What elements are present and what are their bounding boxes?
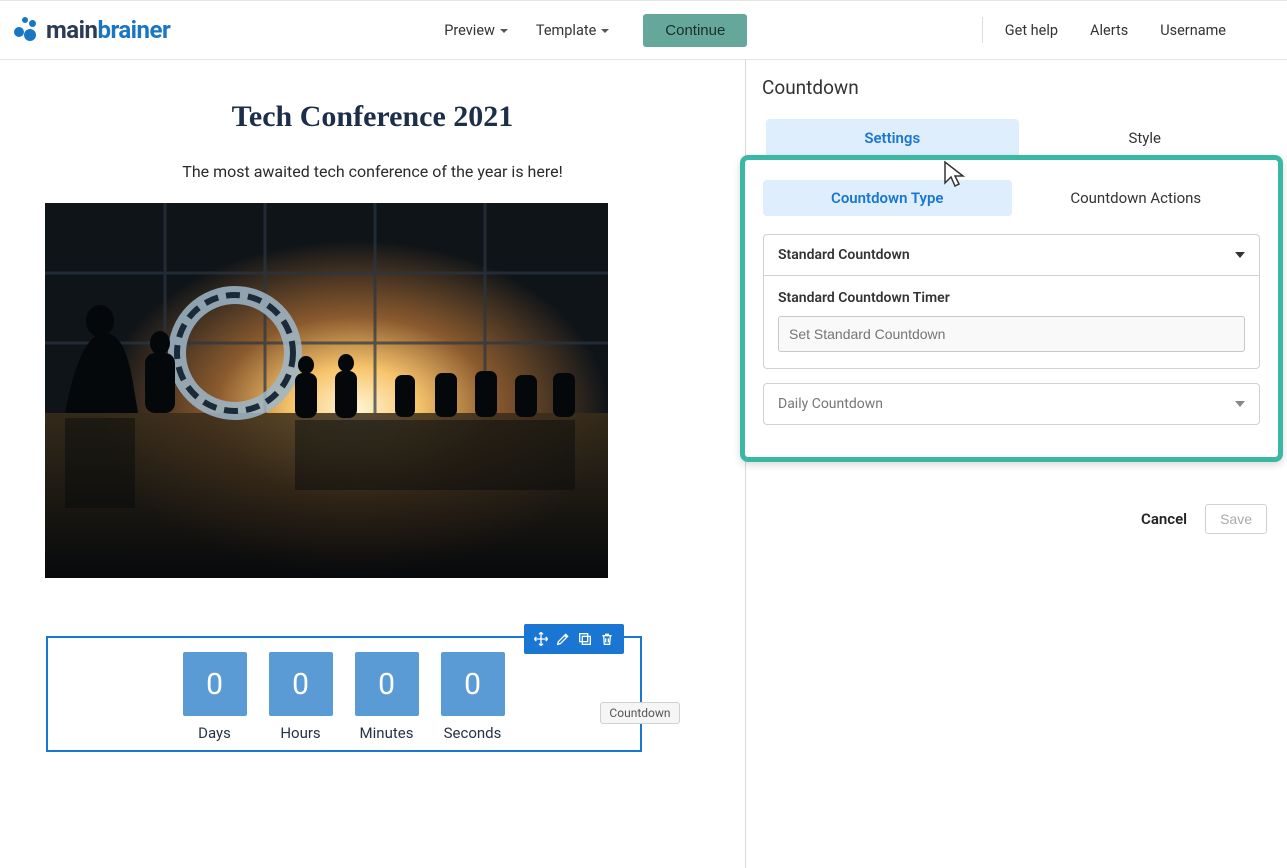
editor-canvas: Tech Conference 2021 The most awaited te… — [0, 60, 745, 868]
countdown-days-label: Days — [198, 724, 231, 742]
block-toolbar — [524, 624, 624, 654]
panel-title: Countdown — [760, 76, 1277, 99]
page-subtitle: The most awaited tech conference of the … — [182, 162, 562, 181]
accordion-standard-header[interactable]: Standard Countdown — [764, 235, 1259, 275]
duplicate-icon[interactable] — [574, 628, 596, 650]
brand-logo-text: mainbrainer — [46, 16, 170, 44]
tab-settings[interactable]: Settings — [766, 119, 1019, 157]
chevron-down-icon — [1235, 252, 1245, 258]
accordion-standard-title: Standard Countdown — [778, 247, 910, 263]
center-menu: Preview Template Continue — [430, 12, 747, 49]
countdown-block[interactable]: 0 Days 0 Hours 0 Minutes 0 Seconds Count… — [46, 636, 642, 752]
get-help-link[interactable]: Get help — [989, 16, 1074, 45]
chevron-down-icon — [500, 29, 508, 33]
save-button[interactable]: Save — [1205, 504, 1267, 534]
top-bar: mainbrainer Preview Template Continue Ge… — [0, 0, 1287, 60]
continue-button[interactable]: Continue — [643, 14, 747, 47]
cancel-button[interactable]: Cancel — [1141, 510, 1187, 528]
countdown-minutes-value: 0 — [355, 652, 419, 716]
delete-icon[interactable] — [596, 628, 618, 650]
edit-icon[interactable] — [552, 628, 574, 650]
username-dropdown[interactable]: Username — [1144, 16, 1247, 45]
block-type-tag: Countdown — [600, 702, 679, 724]
countdown-hours-value: 0 — [269, 652, 333, 716]
countdown-seconds-label: Seconds — [444, 724, 502, 742]
template-label: Template — [536, 22, 596, 39]
brand-logo-icon — [12, 17, 40, 43]
username-label: Username — [1160, 22, 1226, 39]
right-menu: Get help Alerts Username — [982, 16, 1277, 45]
countdown-hours-label: Hours — [280, 724, 320, 742]
page-title: Tech Conference 2021 — [232, 100, 514, 134]
hero-image[interactable] — [45, 203, 608, 578]
subtab-countdown-type[interactable]: Countdown Type — [763, 180, 1012, 216]
chevron-down-icon — [1235, 401, 1245, 407]
highlight-region: Countdown Type Countdown Actions Standar… — [740, 155, 1283, 462]
field-label-standard-timer: Standard Countdown Timer — [778, 290, 1245, 306]
brand-logo[interactable]: mainbrainer — [12, 16, 170, 44]
alerts-link[interactable]: Alerts — [1074, 16, 1144, 45]
divider — [982, 17, 983, 43]
template-dropdown[interactable]: Template — [522, 12, 623, 49]
standard-countdown-input[interactable] — [778, 316, 1245, 352]
tab-style[interactable]: Style — [1019, 119, 1272, 157]
accordion-daily-countdown: Daily Countdown — [763, 383, 1260, 425]
tab-settings-label: Settings — [864, 129, 920, 147]
properties-panel: Countdown Settings Style Countdown Type … — [745, 60, 1287, 868]
countdown-seconds-value: 0 — [441, 652, 505, 716]
accordion-standard-countdown: Standard Countdown Standard Countdown Ti… — [763, 234, 1260, 369]
countdown-days-value: 0 — [183, 652, 247, 716]
subtab-countdown-actions[interactable]: Countdown Actions — [1012, 180, 1261, 216]
countdown-minutes-label: Minutes — [360, 724, 414, 742]
cursor-icon — [941, 159, 973, 195]
chevron-down-icon — [601, 29, 609, 33]
accordion-daily-title: Daily Countdown — [778, 396, 883, 412]
move-icon[interactable] — [530, 628, 552, 650]
accordion-daily-header[interactable]: Daily Countdown — [764, 384, 1259, 424]
preview-dropdown[interactable]: Preview — [430, 12, 522, 49]
preview-label: Preview — [444, 22, 495, 39]
